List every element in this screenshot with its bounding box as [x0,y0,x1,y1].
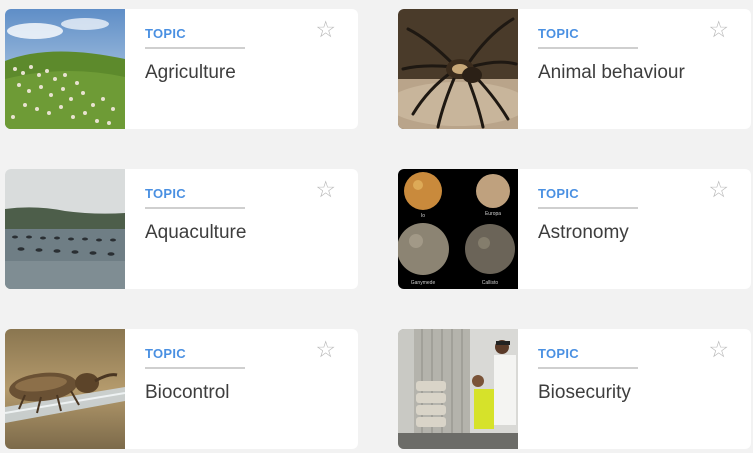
biosecurity-image [398,329,518,449]
topic-kicker: TOPIC [145,26,186,41]
kicker-divider [145,207,245,209]
topic-kicker: TOPIC [538,26,579,41]
moon-label-europa: Europa [485,211,501,217]
topic-title[interactable]: Aquaculture [145,222,246,244]
topic-title[interactable]: Biosecurity [538,382,631,404]
animal-behaviour-image [398,9,518,129]
topic-grid: TOPIC Agriculture ☆ TOPIC Animal behavio… [0,0,753,453]
star-icon[interactable]: ☆ [708,18,729,41]
astronomy-image: Io Europa Ganymede Callisto [398,169,518,289]
moon-label-callisto: Callisto [482,280,499,286]
kicker-divider [145,47,245,49]
star-icon[interactable]: ☆ [708,338,729,361]
topic-card-astronomy[interactable]: Io Europa Ganymede Callisto TOPIC Astron… [398,169,751,289]
topic-card-biocontrol[interactable]: TOPIC Biocontrol ☆ [5,329,358,449]
topic-title[interactable]: Animal behaviour [538,62,685,84]
star-icon[interactable]: ☆ [315,18,336,41]
topic-card-biosecurity[interactable]: TOPIC Biosecurity ☆ [398,329,751,449]
star-icon[interactable]: ☆ [315,178,336,201]
topic-card-animal-behaviour[interactable]: TOPIC Animal behaviour ☆ [398,9,751,129]
moon-label-ganymede: Ganymede [411,280,436,286]
star-icon[interactable]: ☆ [315,338,336,361]
topic-title[interactable]: Biocontrol [145,382,230,404]
topic-kicker: TOPIC [145,346,186,361]
kicker-divider [538,47,638,49]
topic-kicker: TOPIC [538,346,579,361]
kicker-divider [538,367,638,369]
topic-card-aquaculture[interactable]: TOPIC Aquaculture ☆ [5,169,358,289]
kicker-divider [145,367,245,369]
agriculture-image [5,9,125,129]
topic-card-agriculture[interactable]: TOPIC Agriculture ☆ [5,9,358,129]
star-icon[interactable]: ☆ [708,178,729,201]
moon-label-io: Io [421,213,425,219]
aquaculture-image [5,169,125,289]
topic-kicker: TOPIC [538,186,579,201]
kicker-divider [538,207,638,209]
biocontrol-image [5,329,125,449]
topic-kicker: TOPIC [145,186,186,201]
topic-title[interactable]: Astronomy [538,222,629,244]
topic-title[interactable]: Agriculture [145,62,236,84]
